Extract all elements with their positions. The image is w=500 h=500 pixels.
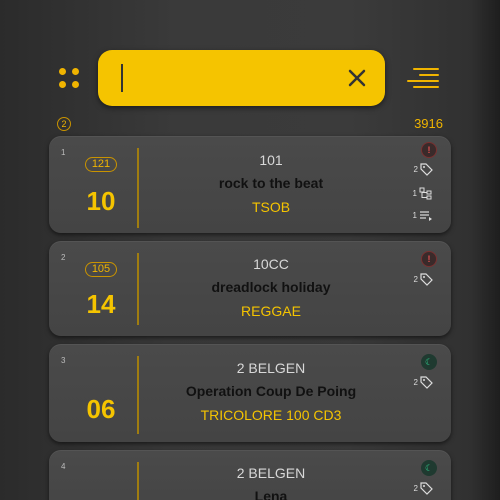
playlist-icon xyxy=(420,211,432,221)
grid-dot xyxy=(59,68,66,75)
grid-dot xyxy=(72,81,79,88)
menu-line xyxy=(407,80,439,82)
total-count: 3916 xyxy=(414,116,443,131)
track-artist: 2 BELGEN xyxy=(236,465,306,481)
text-caret xyxy=(121,64,123,92)
tags-meta[interactable]: 2 xyxy=(414,482,433,495)
tag-icon xyxy=(420,163,433,176)
hierarchy-icon xyxy=(419,187,432,200)
track-text: 2 BELGEN Lena xyxy=(141,465,401,500)
track-text: 101 rock to the beat TSOB xyxy=(141,152,401,215)
tags-meta[interactable]: 2 xyxy=(414,376,433,389)
track-index: 1 xyxy=(61,148,66,157)
track-title: rock to the beat xyxy=(218,175,324,191)
card-divider xyxy=(137,148,139,228)
play-count-badge: 121 xyxy=(85,157,117,172)
track-text: 10CC dreadlock holiday REGGAE xyxy=(141,256,401,319)
track-text: 2 BELGEN Operation Coup De Poing TRICOLO… xyxy=(141,360,401,423)
card-divider xyxy=(137,253,139,325)
tags-count: 2 xyxy=(413,165,418,174)
moon-icon[interactable]: ☾ xyxy=(421,460,437,476)
track-title: dreadlock holiday xyxy=(211,279,331,295)
tag-icon xyxy=(420,482,433,495)
track-label: REGGAE xyxy=(241,303,301,319)
grid-dot xyxy=(59,81,66,88)
tag-icon xyxy=(420,273,433,286)
menu-line xyxy=(413,68,439,70)
track-card[interactable]: 2 105 14 10CC dreadlock holiday REGGAE !… xyxy=(49,241,451,336)
search-bar xyxy=(98,50,385,106)
menu-line xyxy=(413,86,439,88)
track-title: Lena xyxy=(254,488,288,500)
track-card[interactable]: 3 06 2 BELGEN Operation Coup De Poing TR… xyxy=(49,344,451,442)
track-index: 4 xyxy=(61,462,66,471)
track-artist: 10CC xyxy=(253,256,289,272)
tag-icon xyxy=(420,376,433,389)
track-number: 14 xyxy=(86,289,116,319)
playlist-count: 1 xyxy=(412,211,417,220)
card-divider xyxy=(137,462,139,500)
play-count-badge: 105 xyxy=(85,262,117,277)
info-icon[interactable]: ! xyxy=(421,142,437,158)
menu-lines-icon[interactable] xyxy=(405,66,439,90)
close-icon[interactable] xyxy=(347,68,367,88)
menu-line xyxy=(419,74,439,76)
info-icon[interactable]: ! xyxy=(421,251,437,267)
card-divider xyxy=(137,356,139,434)
grid-dot xyxy=(72,68,79,75)
search-input[interactable] xyxy=(120,60,340,96)
track-card[interactable]: 4 2 BELGEN Lena ☾ 2 xyxy=(49,450,451,500)
track-index: 3 xyxy=(61,356,66,365)
moon-icon[interactable]: ☾ xyxy=(421,354,437,370)
track-card[interactable]: 1 121 10 101 rock to the beat TSOB ! 2 1… xyxy=(49,136,451,233)
track-title: Operation Coup De Poing xyxy=(185,383,357,399)
grid-dots-icon[interactable] xyxy=(56,66,82,92)
track-artist: 2 BELGEN xyxy=(236,360,306,376)
track-number: 06 xyxy=(86,394,116,424)
track-index: 2 xyxy=(61,253,66,262)
links-meta[interactable]: 1 xyxy=(413,187,433,200)
track-label: TSOB xyxy=(251,199,291,215)
tags-meta[interactable]: 2 xyxy=(414,273,433,286)
tags-count: 2 xyxy=(413,275,418,284)
tags-meta[interactable]: 2 xyxy=(414,163,433,176)
links-count: 1 xyxy=(412,189,417,198)
page-badge: 2 xyxy=(57,117,71,131)
playlist-meta[interactable]: 1 xyxy=(413,210,433,221)
track-number: 10 xyxy=(86,186,116,216)
panel-edge-shadow xyxy=(470,0,500,500)
tags-count: 2 xyxy=(413,378,418,387)
track-artist: 101 xyxy=(259,152,283,168)
track-label: TRICOLORE 100 CD3 xyxy=(200,407,342,423)
tags-count: 2 xyxy=(413,484,418,493)
